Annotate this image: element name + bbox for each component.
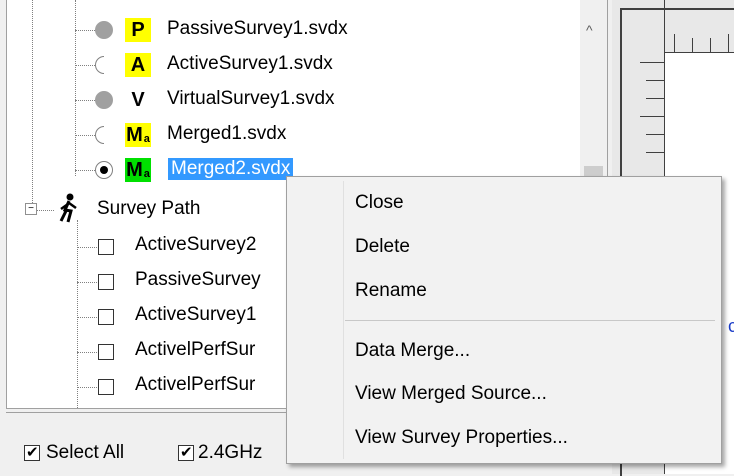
- menu-item-view-merged-source[interactable]: View Merged Source...: [355, 383, 547, 405]
- scroll-up-icon[interactable]: ^: [586, 22, 593, 38]
- merged-survey-icon: Ma: [125, 158, 151, 182]
- tree-item-virtual-survey1[interactable]: VirtualSurvey1.svdx: [167, 88, 335, 110]
- survey-radio-merged1[interactable]: [95, 126, 104, 144]
- tree-connector: [77, 247, 97, 248]
- tree-connector: [75, 65, 97, 66]
- survey-path-item[interactable]: ActivelPerfSur: [135, 374, 255, 396]
- survey-path-item[interactable]: ActiveSurvey1: [135, 304, 256, 326]
- survey-path-item[interactable]: PassiveSurvey: [135, 269, 261, 291]
- context-menu: Close Delete Rename Data Merge... View M…: [286, 176, 722, 464]
- select-all-option[interactable]: Select All: [24, 442, 124, 464]
- tree-connector: [77, 352, 97, 353]
- survey-path-checkbox[interactable]: [98, 309, 114, 325]
- menu-item-view-survey-properties[interactable]: View Survey Properties...: [355, 427, 568, 449]
- band-filter-option[interactable]: 2.4GHz: [178, 442, 262, 464]
- tree-connector: [77, 282, 97, 283]
- survey-radio-passive: [95, 21, 113, 39]
- tree-connector: [32, 0, 33, 205]
- survey-path-checkbox[interactable]: [98, 344, 114, 360]
- map-clipped-text: c: [728, 316, 734, 336]
- tree-connector: [75, 30, 97, 31]
- walking-person-icon: [55, 193, 83, 223]
- tree-connector: [77, 317, 97, 318]
- ruler-tick: [646, 80, 664, 81]
- passive-survey-icon: P: [125, 18, 151, 42]
- menu-gutter: [343, 181, 344, 459]
- tree-connector: [75, 100, 97, 101]
- survey-path-item[interactable]: ActivelPerfSur: [135, 339, 255, 361]
- tree-connector: [75, 135, 97, 136]
- menu-item-rename[interactable]: Rename: [355, 280, 427, 302]
- tree-connector: [75, 170, 97, 171]
- tree-item-merged1[interactable]: Merged1.svdx: [167, 123, 286, 145]
- tree-group-survey-path[interactable]: Survey Path: [97, 198, 201, 220]
- ruler-tick: [728, 34, 729, 52]
- menu-item-close[interactable]: Close: [355, 192, 404, 214]
- band-2-4ghz-checkbox[interactable]: [178, 443, 194, 461]
- tree-item-merged2-selected[interactable]: Merged2.svdx: [168, 158, 294, 180]
- ruler-tick: [646, 152, 664, 153]
- virtual-survey-icon: V: [131, 89, 145, 111]
- ruler-tick: [692, 38, 693, 52]
- merged-survey-icon: Ma: [125, 123, 151, 147]
- select-all-checkbox[interactable]: [24, 443, 40, 461]
- menu-item-data-merge[interactable]: Data Merge...: [355, 340, 470, 362]
- tree-item-active-survey1[interactable]: ActiveSurvey1.svdx: [167, 53, 333, 75]
- select-all-label: Select All: [46, 442, 125, 463]
- survey-path-item[interactable]: ActiveSurvey2: [135, 234, 256, 256]
- menu-item-delete[interactable]: Delete: [355, 236, 410, 258]
- ruler-tick: [640, 62, 664, 63]
- ruler-tick: [674, 34, 675, 52]
- survey-path-checkbox[interactable]: [98, 379, 114, 395]
- collapse-icon[interactable]: −: [25, 203, 37, 215]
- ruler-tick: [646, 98, 664, 99]
- survey-radio-merged2[interactable]: [95, 161, 113, 179]
- band-2-4ghz-label: 2.4GHz: [198, 442, 263, 463]
- ruler-tick: [646, 134, 664, 135]
- ruler-tick: [710, 38, 711, 52]
- tree-connector: [75, 0, 76, 176]
- tree-item-passive-survey1[interactable]: PassiveSurvey1.svdx: [167, 18, 348, 40]
- survey-radio-virtual: [95, 91, 113, 109]
- tree-connector: [77, 220, 78, 408]
- survey-path-checkbox[interactable]: [98, 239, 114, 255]
- menu-separator: [345, 320, 715, 321]
- survey-radio-active[interactable]: [95, 56, 104, 74]
- survey-path-checkbox[interactable]: [98, 274, 114, 290]
- active-survey-icon: A: [125, 53, 151, 77]
- ruler-tick: [640, 116, 664, 117]
- tree-connector: [77, 387, 97, 388]
